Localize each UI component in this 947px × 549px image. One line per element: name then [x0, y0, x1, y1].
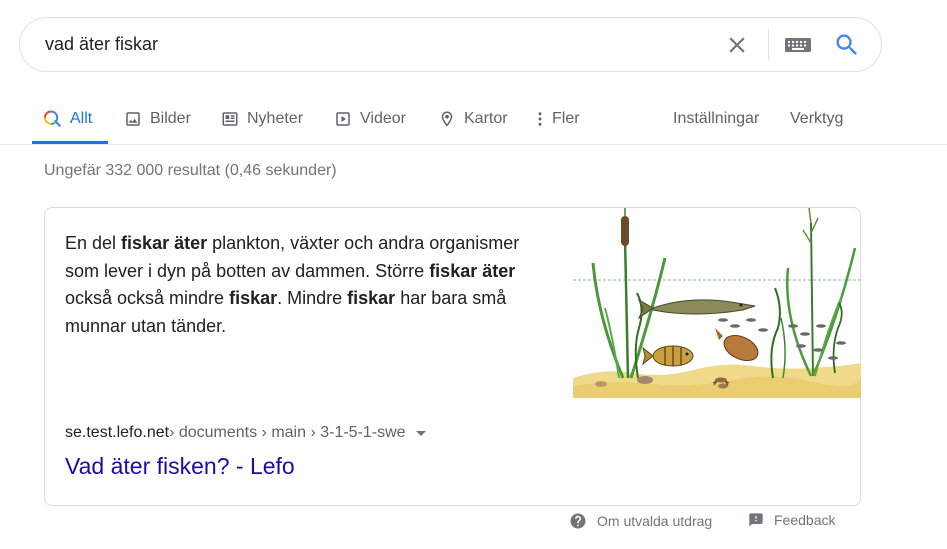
search-icon[interactable] — [833, 31, 861, 59]
about-label: Om utvalda utdrag — [597, 513, 713, 529]
more-vert-icon — [538, 112, 542, 126]
result-stats: Ungefär 332 000 resultat (0,46 sekunder) — [44, 162, 337, 179]
tab-nyheter[interactable]: Nyheter — [221, 96, 303, 142]
keyboard-icon[interactable] — [784, 35, 812, 55]
search-input[interactable]: vad äter fiskar — [45, 34, 158, 55]
snippet-highlight: fiskar äter — [429, 260, 516, 281]
tab-label: Allt — [70, 110, 93, 127]
image-icon — [126, 112, 140, 126]
snippet-highlight: fiskar äter — [121, 233, 208, 253]
video-play-icon — [336, 112, 350, 126]
snippet-segment: . Mindre — [277, 288, 348, 308]
snippet-segment: En del — [65, 233, 122, 253]
chevron-down-icon[interactable] — [415, 430, 426, 436]
settings-label: Inställningar — [673, 110, 760, 127]
breadcrumb-domain: se.test.lefo.net — [65, 424, 170, 441]
map-pin-icon — [441, 111, 453, 127]
tab-allt[interactable]: Allt — [44, 96, 92, 142]
tools-label: Verktyg — [790, 110, 844, 127]
clear-icon[interactable] — [724, 32, 750, 58]
breadcrumb-path: › documents › main › 3-1-5-1-swe — [169, 424, 406, 441]
breadcrumb: se.test.lefo.net › documents › main › 3-… — [65, 424, 426, 442]
search-box-divider — [768, 29, 769, 60]
search-multicolor-icon — [44, 110, 61, 127]
tabs-divider — [0, 144, 947, 145]
snippet-highlight: fiskar — [229, 288, 278, 308]
tab-kartor[interactable]: Kartor — [438, 96, 508, 142]
about-featured-snippets-link[interactable]: Om utvalda utdrag — [569, 512, 712, 530]
search-box[interactable]: vad äter fiskar — [19, 17, 882, 72]
snippet-text: En del fiskar äter plankton, växter och … — [65, 230, 555, 340]
search-tabs: Allt Bilder Nyheter Videor Kartor Fler I… — [0, 96, 947, 144]
feedback-label: Feedback — [774, 512, 836, 528]
feedback-link[interactable]: Feedback — [748, 512, 835, 528]
tab-fler[interactable]: Fler — [534, 96, 580, 142]
newspaper-icon — [222, 112, 238, 126]
snippet-highlight: fiskar — [347, 288, 396, 308]
tab-label: Fler — [552, 110, 580, 127]
result-title-link[interactable]: Vad äter fisken? - Lefo — [65, 453, 295, 480]
feedback-icon — [749, 513, 763, 527]
tools-link[interactable]: Verktyg — [790, 96, 843, 142]
help-circle-icon — [570, 513, 586, 529]
tab-label: Bilder — [150, 110, 191, 127]
tab-videor[interactable]: Videor — [334, 96, 406, 142]
tab-label: Videor — [360, 110, 406, 127]
tab-label: Kartor — [464, 110, 508, 127]
featured-snippet-card: En del fiskar äter plankton, växter och … — [44, 207, 861, 506]
tab-bilder[interactable]: Bilder — [124, 96, 191, 142]
settings-link[interactable]: Inställningar — [673, 96, 759, 142]
snippet-segment: också också mindre — [65, 288, 230, 308]
tab-label: Nyheter — [247, 110, 304, 127]
pond-illustration[interactable] — [573, 208, 861, 403]
